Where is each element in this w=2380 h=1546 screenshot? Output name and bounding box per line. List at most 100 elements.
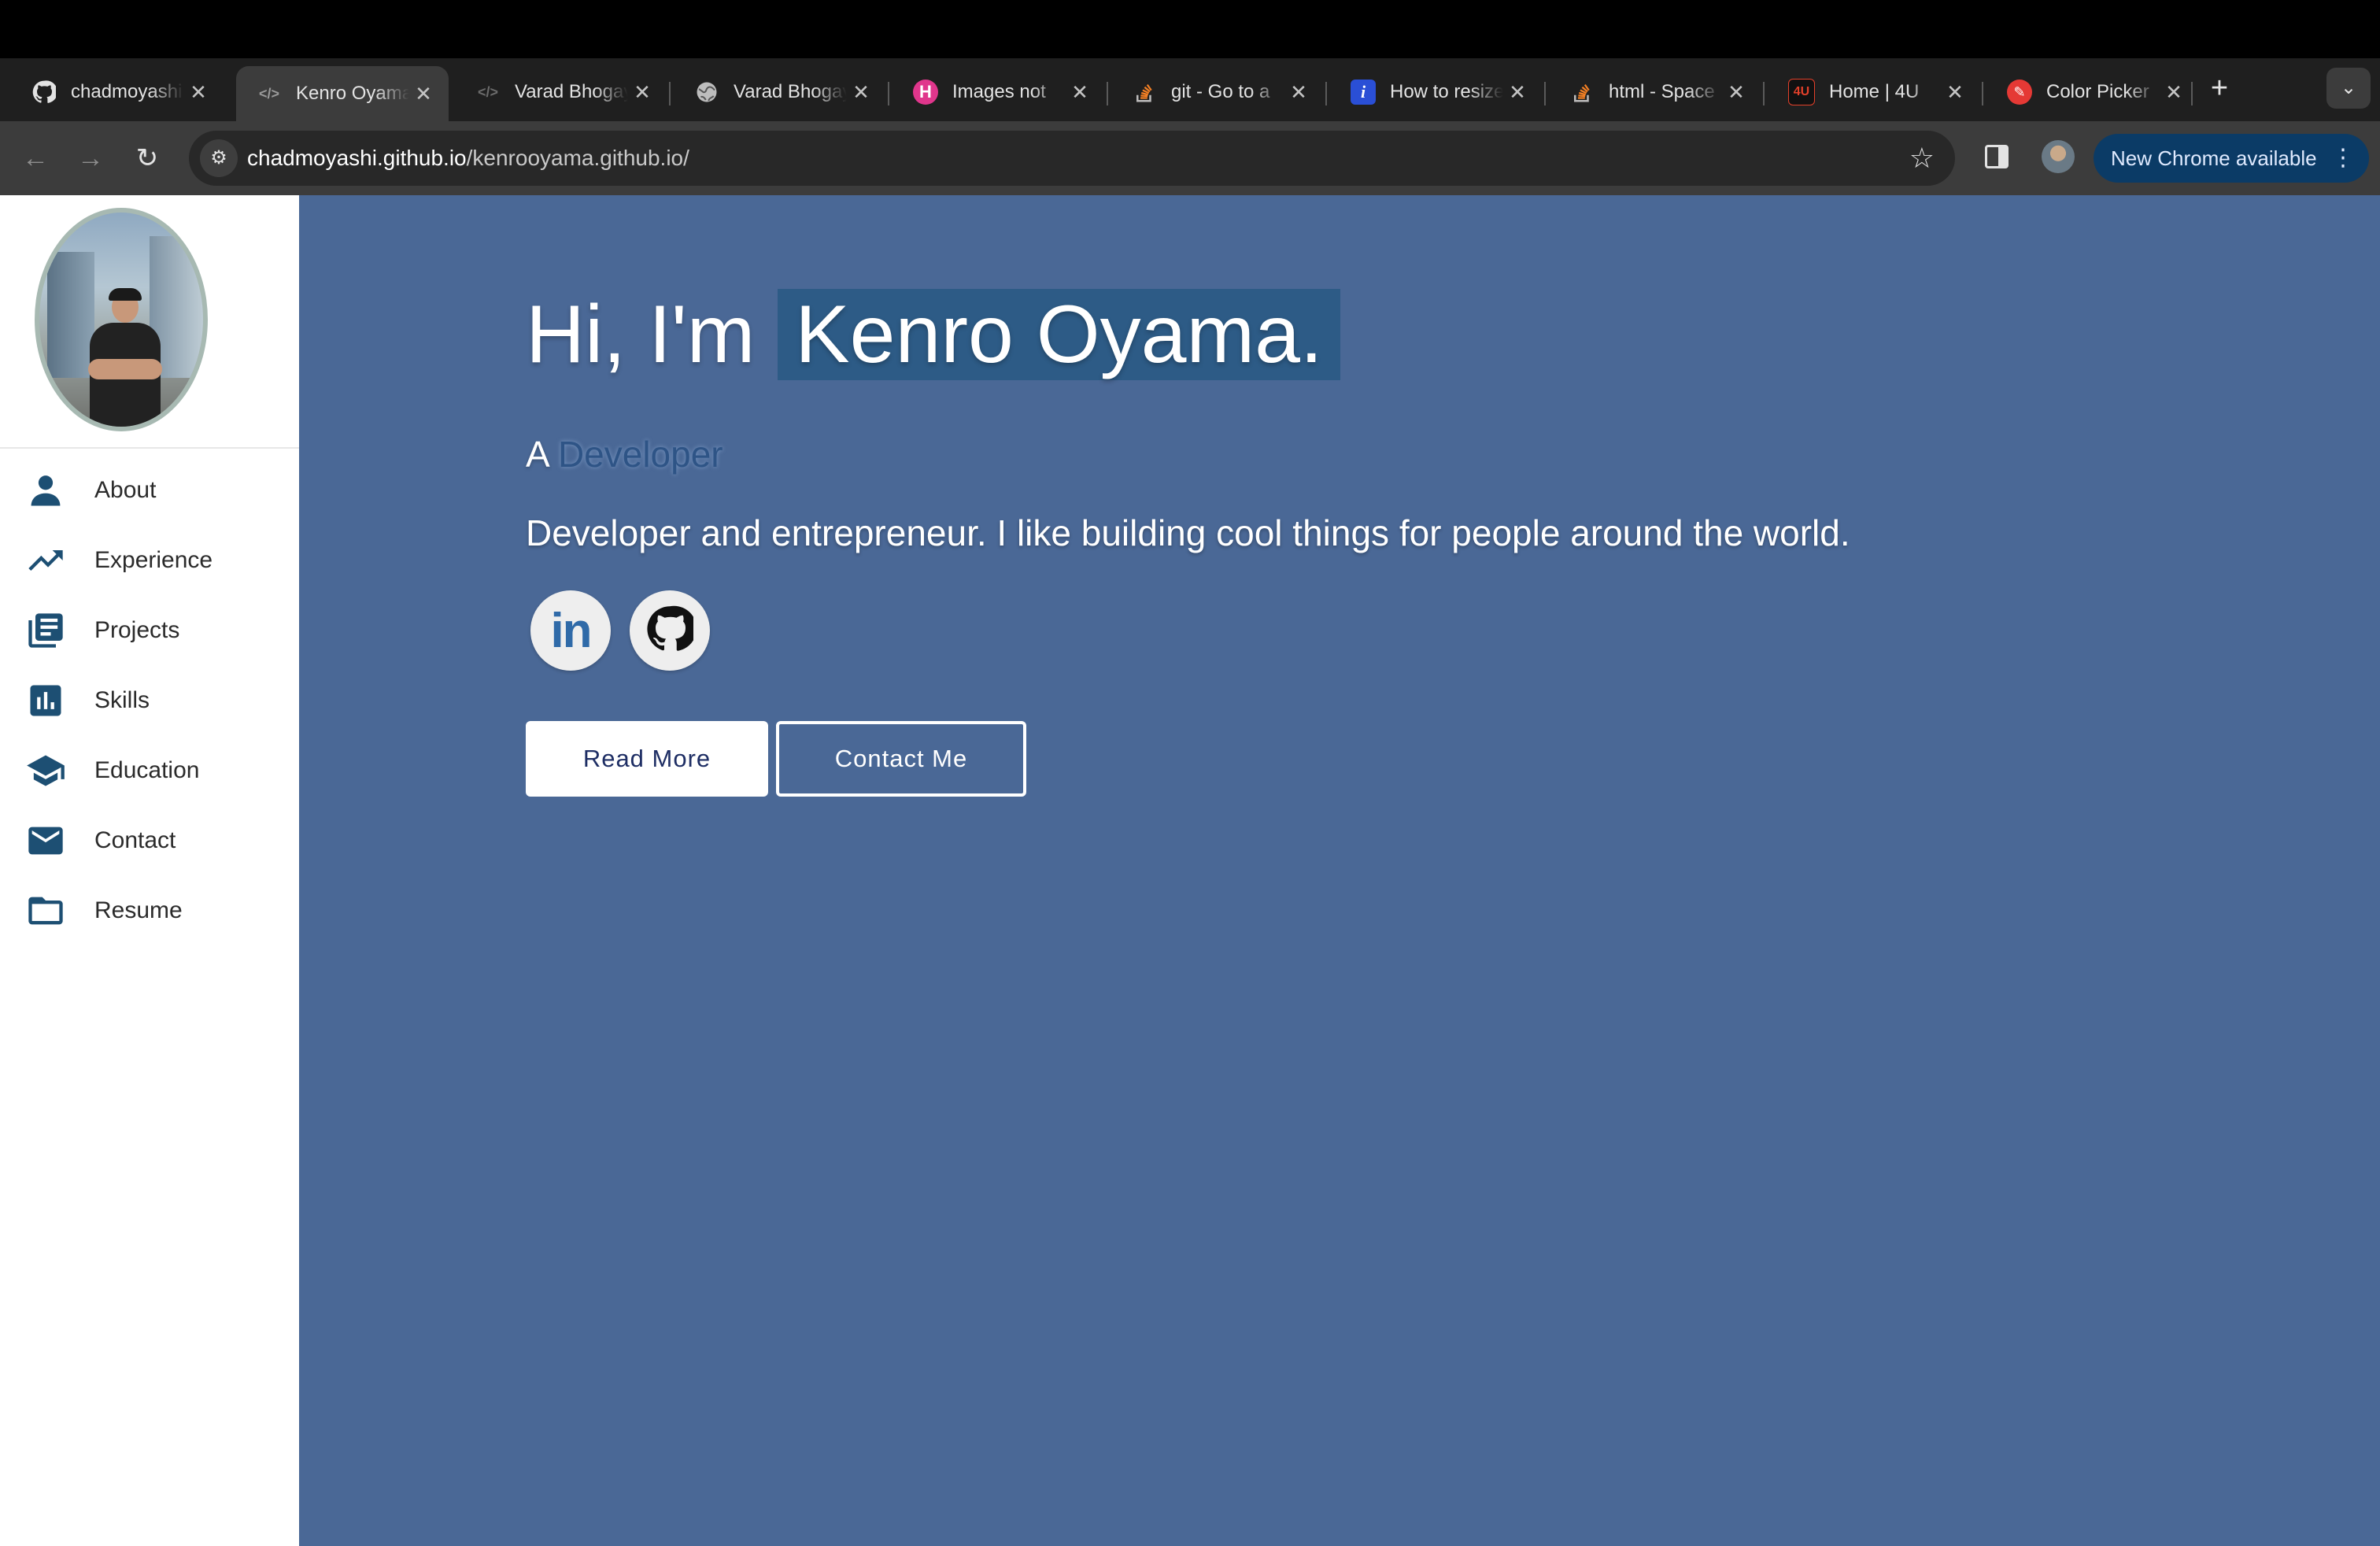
github-link[interactable] [630, 590, 710, 671]
sidebar-item-contact[interactable]: Contact [0, 805, 299, 875]
sidebar-item-education[interactable]: Education [0, 735, 299, 805]
tab-search-button[interactable]: ⌄ [2326, 68, 2371, 109]
greeting-text: Hi, I'm [526, 289, 756, 380]
tab-title: Kenro Oyama [296, 83, 409, 104]
social-links: in [530, 590, 710, 671]
contact-me-button[interactable]: Contact Me [776, 721, 1026, 797]
hero-buttons: Read More Contact Me [526, 721, 1026, 797]
sidebar-item-label: Experience [94, 546, 213, 573]
reload-button[interactable]: ↻ [128, 139, 167, 178]
tab-git-go-to[interactable]: git - Go to a ✕ [1111, 66, 1324, 118]
4u-icon: 4U [1788, 79, 1815, 105]
close-tab-icon[interactable]: ✕ [409, 82, 438, 106]
read-more-button[interactable]: Read More [526, 721, 768, 797]
window-top-bar [0, 0, 2380, 58]
linkedin-icon: in [550, 603, 592, 658]
close-tab-icon[interactable]: ✕ [1284, 80, 1313, 105]
address-bar[interactable]: ⚙ chadmoyashi.github.io/kenrooyama.githu… [189, 131, 1955, 186]
tab-color-picker[interactable]: ✎ Color Picker ✕ [1986, 66, 2199, 118]
close-tab-icon[interactable]: ✕ [1722, 80, 1750, 105]
info-icon: i [1351, 80, 1376, 105]
tab-varad-bhogayata-2[interactable]: Varad Bhogayata ✕ [674, 66, 886, 118]
tab-varad-bhogayata-1[interactable]: </> Varad Bhogayata ✕ [455, 66, 667, 118]
sidebar-item-label: Contact [94, 827, 176, 853]
profile-photo-container [0, 195, 299, 449]
tab-title: How to resize [1390, 81, 1503, 102]
tab-separator [1544, 82, 1546, 105]
close-tab-icon[interactable]: ✕ [1503, 80, 1532, 105]
close-tab-icon[interactable]: ✕ [628, 80, 656, 105]
profile-avatar[interactable] [2042, 140, 2075, 173]
sidebar-nav: About Experience Projects Skills Educati… [0, 455, 299, 945]
tab-home-4u[interactable]: 4U Home | 4U ✕ [1768, 66, 1980, 118]
bar-chart-icon [24, 679, 68, 723]
hero-tagline: Developer and entrepreneur. I like build… [526, 512, 1850, 553]
url-text[interactable]: chadmoyashi.github.io/kenrooyama.github.… [247, 131, 689, 186]
color-picker-icon: ✎ [2007, 80, 2032, 105]
site-info-icon[interactable]: ⚙ [200, 139, 238, 177]
tab-kenro-oyama[interactable]: </> Kenro Oyama ✕ [236, 66, 449, 121]
linkedin-link[interactable]: in [530, 590, 611, 671]
school-icon [24, 749, 68, 793]
tab-chadmoyashi[interactable]: chadmoyashi ✕ [11, 66, 224, 118]
stackoverflow-icon [1132, 80, 1157, 105]
close-tab-icon[interactable]: ✕ [2160, 80, 2188, 105]
tab-images-not[interactable]: H Images not ✕ [893, 66, 1105, 118]
tab-title: chadmoyashi [71, 81, 183, 102]
sidebar-item-projects[interactable]: Projects [0, 595, 299, 665]
close-tab-icon[interactable]: ✕ [847, 80, 875, 105]
new-tab-button[interactable]: + [2204, 72, 2235, 104]
tab-html-space[interactable]: html - Space ✕ [1549, 66, 1761, 118]
close-tab-icon[interactable]: ✕ [1941, 80, 1969, 105]
tab-strip: chadmoyashi ✕ </> Kenro Oyama ✕ </> Vara… [0, 58, 2380, 121]
mail-icon [24, 819, 68, 863]
url-path: /kenrooyama.github.io/ [466, 146, 689, 170]
sidebar-item-label: Skills [94, 686, 150, 713]
tab-title: Varad Bhogayata [734, 81, 847, 102]
close-tab-icon[interactable]: ✕ [1066, 80, 1094, 105]
sidebar-item-resume[interactable]: Resume [0, 875, 299, 945]
url-host: chadmoyashi.github.io [247, 146, 467, 170]
back-button[interactable]: ← [16, 139, 55, 178]
github-icon [31, 80, 57, 105]
hero-name: Kenro Oyama. [778, 289, 1340, 380]
stackoverflow-icon [1569, 80, 1595, 105]
new-chrome-available-button[interactable]: New Chrome available ⋮ [2094, 134, 2369, 183]
tab-title: html - Space [1609, 81, 1715, 102]
sidebar-item-about[interactable]: About [0, 455, 299, 525]
globe-icon [694, 80, 719, 105]
role-typed-word: Developer [557, 434, 723, 475]
sidebar-item-experience[interactable]: Experience [0, 525, 299, 595]
forward-button[interactable]: → [71, 139, 110, 178]
sidebar-item-label: Education [94, 756, 200, 783]
browser-toolbar: ← → ↻ ⚙ chadmoyashi.github.io/kenrooyama… [0, 121, 2380, 195]
sidebar-item-label: Resume [94, 897, 183, 923]
trending-up-icon [24, 538, 68, 583]
role-prefix: A [526, 434, 549, 475]
code-icon: </> [477, 83, 499, 100]
hero-section: Hi, I'm Kenro Oyama. A Developer Develop… [526, 283, 1850, 797]
tab-separator [1325, 82, 1327, 105]
hashnode-icon: H [913, 80, 938, 105]
close-tab-icon[interactable]: ✕ [184, 80, 213, 105]
tab-title: Home | 4U [1829, 81, 1920, 102]
hero-role: A Developer [526, 433, 723, 475]
library-books-icon [24, 608, 68, 653]
tab-separator [1982, 82, 1983, 105]
tab-title: Images not [952, 81, 1046, 102]
tab-title: Color Picker [2046, 81, 2149, 102]
side-panel-icon[interactable] [1985, 145, 2009, 168]
hero-heading: Hi, I'm Kenro Oyama. [526, 283, 1340, 386]
tab-separator [888, 82, 889, 105]
sidebar-item-skills[interactable]: Skills [0, 665, 299, 735]
more-menu-icon[interactable]: ⋮ [2331, 134, 2355, 183]
github-icon [646, 605, 697, 656]
sidebar: About Experience Projects Skills Educati… [0, 195, 299, 1546]
folder-icon [24, 889, 68, 933]
bookmark-star-icon[interactable]: ☆ [1909, 131, 1935, 186]
tab-how-to-resize[interactable]: i How to resize ✕ [1330, 66, 1543, 118]
tab-title: Varad Bhogayata [515, 81, 628, 102]
sidebar-item-label: About [94, 476, 157, 503]
tab-separator [2191, 82, 2193, 105]
tab-separator [1763, 82, 1765, 105]
